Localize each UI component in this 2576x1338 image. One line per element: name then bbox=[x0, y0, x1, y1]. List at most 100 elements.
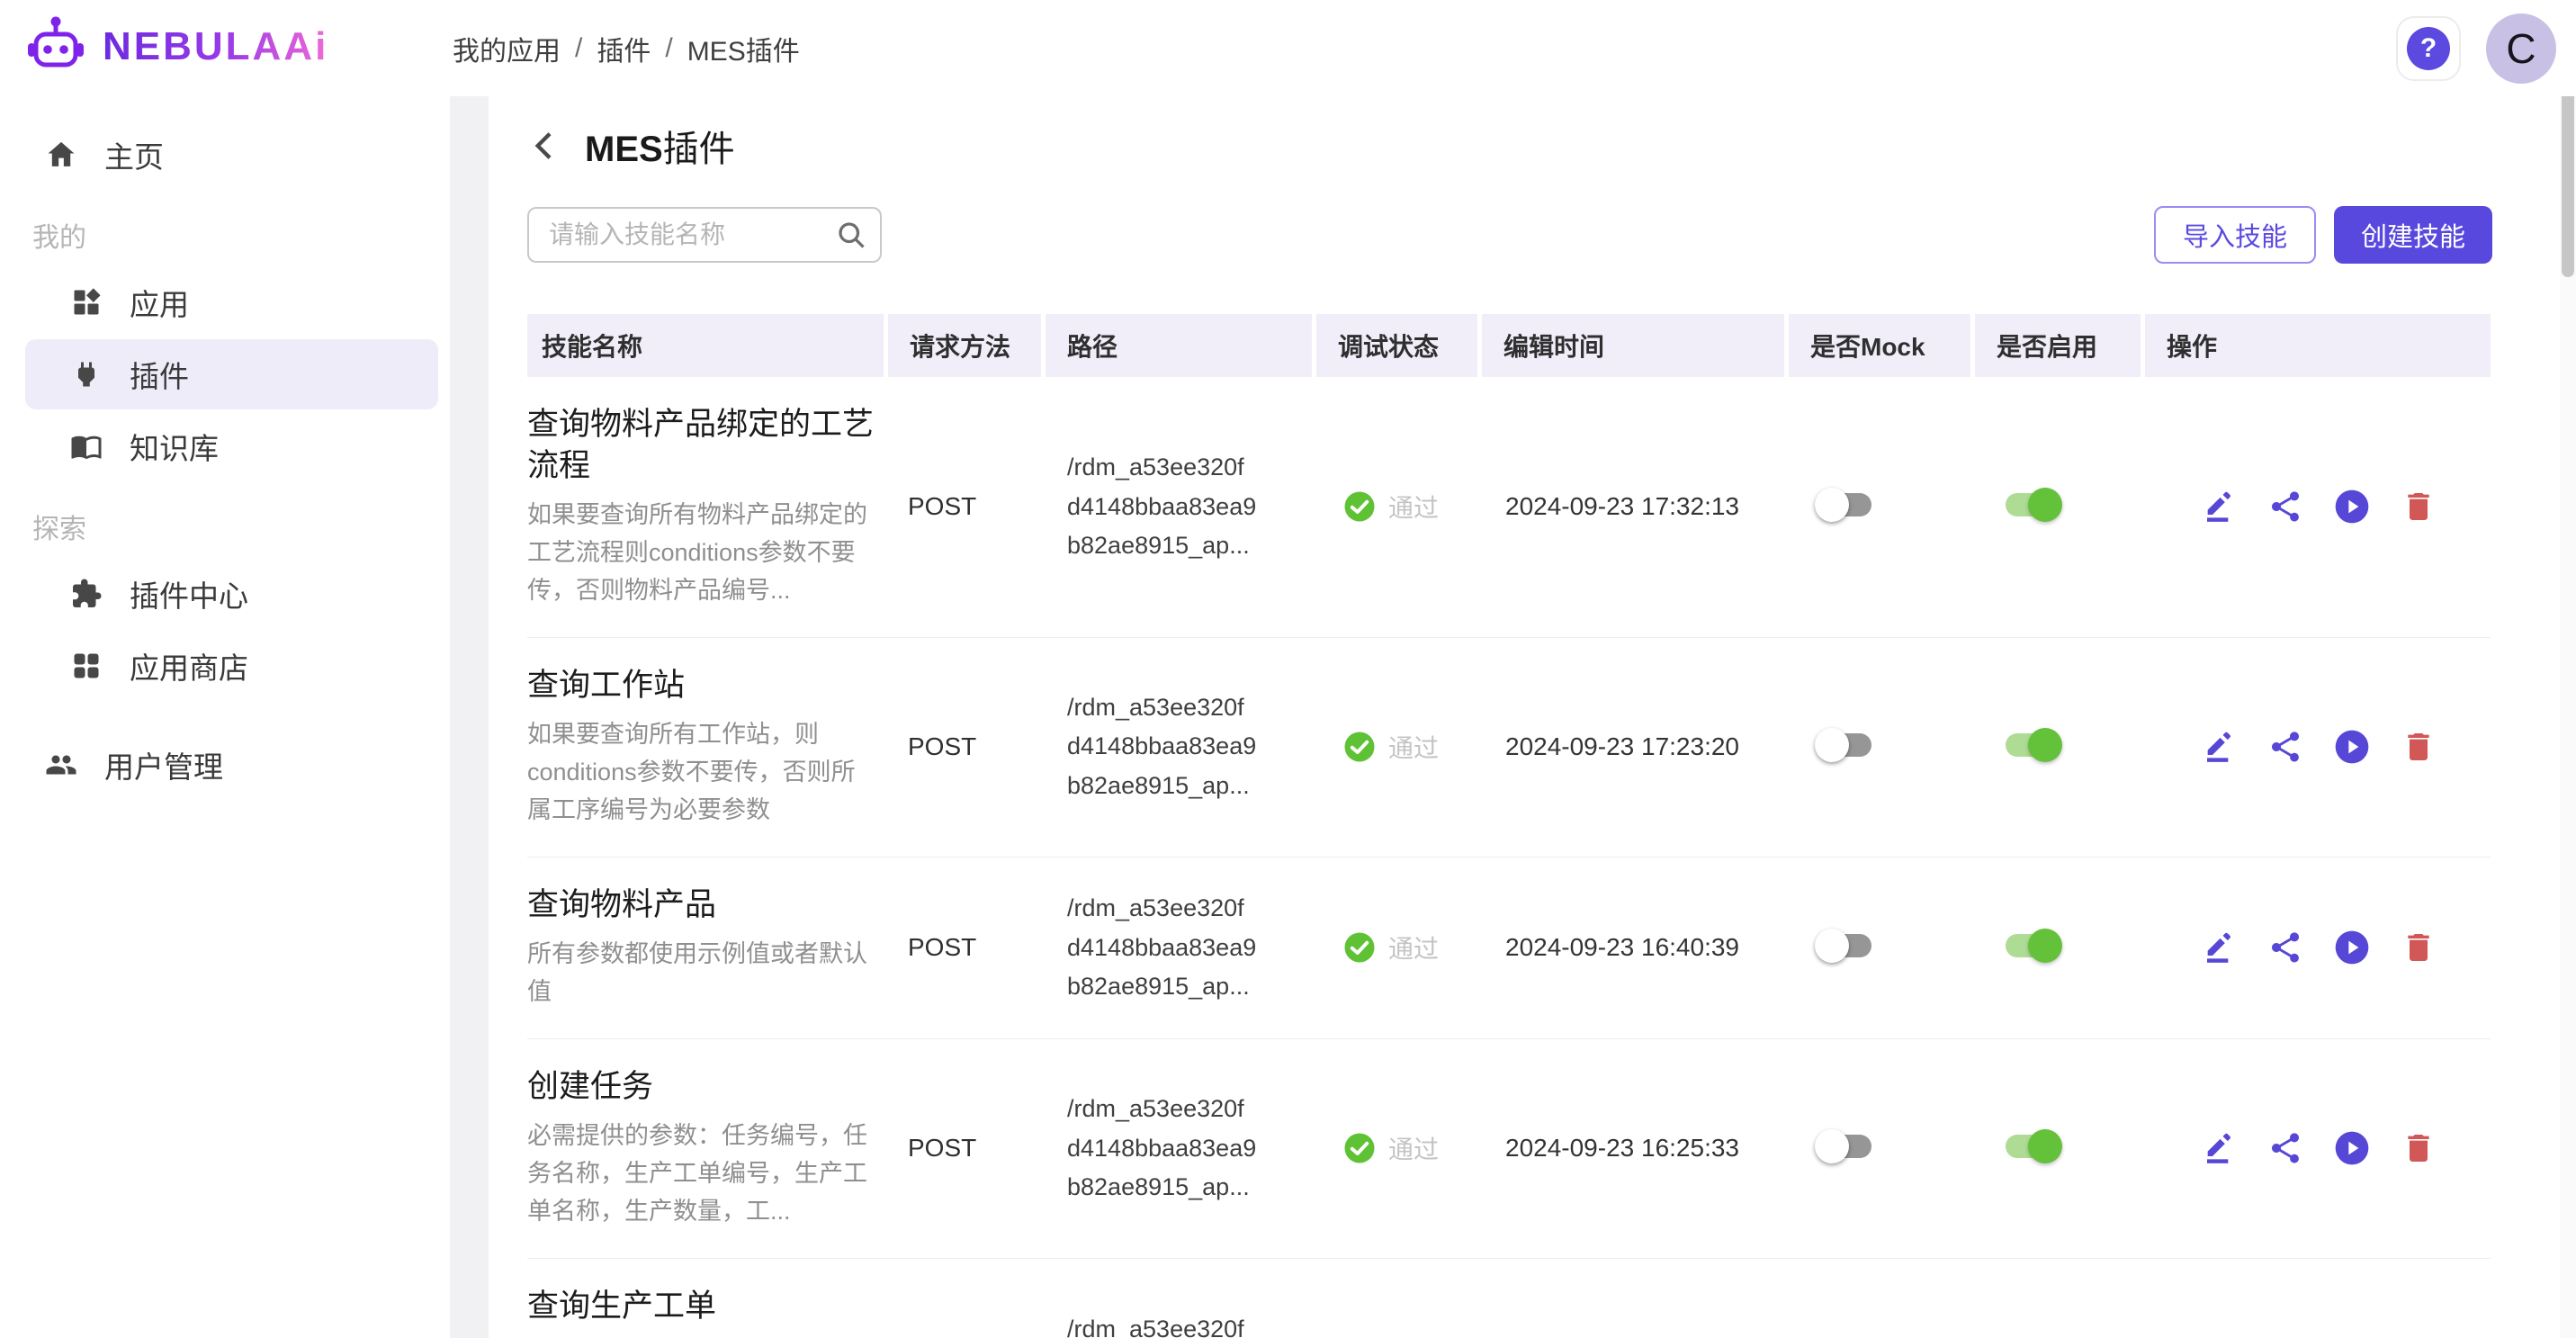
skill-name-cell: 查询物料产品 所有参数都使用示例值或者默认值 bbox=[527, 858, 884, 1038]
skill-description: 如果要查询所有物料产品绑定的工艺流程则conditions参数不要传，否则物料产… bbox=[527, 497, 875, 610]
enabled-toggle[interactable] bbox=[2006, 1135, 2058, 1158]
table-row: 创建任务 必需提供的参数：任务编号，任务名称，生产工单编号，生产工单名称，生产数… bbox=[527, 1039, 2491, 1259]
check-circle-icon bbox=[1343, 731, 1376, 763]
plug-icon bbox=[70, 358, 103, 391]
edit-icon[interactable] bbox=[2201, 489, 2237, 525]
brand-logo[interactable]: NEBULAAi bbox=[27, 14, 328, 78]
sidebar-item-label: 插件中心 bbox=[130, 572, 248, 615]
mock-toggle[interactable] bbox=[1819, 493, 1871, 516]
breadcrumb-separator: / bbox=[575, 33, 582, 64]
request-method: POST bbox=[888, 492, 1041, 521]
sidebar-item-plugin-center[interactable]: 插件中心 bbox=[25, 559, 438, 629]
skill-name-cell: 查询物料产品绑定的工艺流程 如果要查询所有物料产品绑定的工艺流程则conditi… bbox=[527, 377, 884, 637]
skill-name[interactable]: 查询物料产品 bbox=[527, 885, 875, 926]
back-button[interactable] bbox=[527, 128, 563, 164]
sidebar-item-apps[interactable]: 应用 bbox=[25, 267, 438, 337]
column-header-debug-status: 调试状态 bbox=[1316, 314, 1477, 377]
delete-trash-icon[interactable] bbox=[2401, 929, 2437, 965]
edit-icon[interactable] bbox=[2201, 929, 2237, 965]
skill-name[interactable]: 查询工作站 bbox=[527, 665, 875, 706]
breadcrumb-separator: / bbox=[665, 33, 672, 64]
breadcrumb-plugins[interactable]: 插件 bbox=[597, 29, 651, 68]
create-skill-button[interactable]: 创建技能 bbox=[2334, 206, 2492, 264]
request-path: /rdm_a53ee320f d4148bbaa83ea9 b82ae8915_… bbox=[1046, 448, 1312, 565]
sidebar-item-label: 插件 bbox=[130, 353, 189, 396]
search-input[interactable] bbox=[527, 207, 882, 263]
delete-trash-icon[interactable] bbox=[2401, 729, 2437, 765]
search-icon[interactable] bbox=[835, 219, 867, 251]
actions-cell bbox=[2145, 929, 2491, 965]
skill-description: 所有参数都使用示例值或者默认值 bbox=[527, 936, 875, 1011]
breadcrumb-current: MES插件 bbox=[687, 29, 800, 68]
table-body: 查询物料产品绑定的工艺流程 如果要查询所有物料产品绑定的工艺流程则conditi… bbox=[527, 377, 2491, 1338]
run-play-icon[interactable] bbox=[2334, 729, 2370, 765]
edit-time: 2024-09-23 17:32:13 bbox=[1482, 492, 1784, 521]
enabled-toggle[interactable] bbox=[2006, 493, 2058, 516]
toggle-knob bbox=[1815, 488, 1849, 522]
enabled-toggle-cell bbox=[1975, 934, 2141, 962]
sidebar-item-knowledge[interactable]: 知识库 bbox=[25, 411, 438, 481]
share-icon[interactable] bbox=[2267, 729, 2303, 765]
actions-cell bbox=[2145, 729, 2491, 765]
edit-icon[interactable] bbox=[2201, 729, 2237, 765]
column-header-actions: 操作 bbox=[2145, 314, 2491, 377]
brand-name: NEBULAAi bbox=[103, 24, 328, 69]
delete-trash-icon[interactable] bbox=[2401, 489, 2437, 525]
run-play-icon[interactable] bbox=[2334, 489, 2370, 525]
breadcrumb: 我的应用 / 插件 / MES插件 bbox=[453, 0, 800, 96]
share-icon[interactable] bbox=[2267, 1130, 2303, 1166]
run-play-icon[interactable] bbox=[2334, 929, 2370, 965]
sidebar-item-user-management[interactable]: 用户管理 bbox=[25, 730, 438, 800]
request-path: /rdm_a53ee320f d4148bbaa83ea9 b82ae8915_… bbox=[1046, 1090, 1312, 1207]
sidebar-item-plugins[interactable]: 插件 bbox=[25, 339, 438, 409]
skill-name-cell: 查询工作站 如果要查询所有工作站，则conditions参数不要传，否则所属工序… bbox=[527, 638, 884, 857]
edit-time: 2024-09-23 17:23:20 bbox=[1482, 732, 1784, 761]
breadcrumb-my-apps[interactable]: 我的应用 bbox=[453, 29, 561, 68]
column-header-name: 技能名称 bbox=[527, 314, 884, 377]
mock-toggle[interactable] bbox=[1819, 1135, 1871, 1158]
toggle-knob bbox=[2028, 929, 2062, 963]
edit-time: 2024-09-23 16:25:33 bbox=[1482, 1134, 1784, 1163]
toggle-knob bbox=[1815, 1129, 1849, 1163]
column-header-path: 路径 bbox=[1046, 314, 1312, 377]
enabled-toggle[interactable] bbox=[2006, 733, 2058, 757]
puzzle-icon bbox=[70, 578, 103, 610]
skill-name-cell: 创建任务 必需提供的参数：任务编号，任务名称，生产工单编号，生产工单名称，生产数… bbox=[527, 1039, 884, 1258]
import-skill-button[interactable]: 导入技能 bbox=[2154, 206, 2316, 264]
mock-toggle[interactable] bbox=[1819, 934, 1871, 957]
actions-cell bbox=[2145, 489, 2491, 525]
toggle-knob bbox=[1815, 728, 1849, 762]
table-row: 查询物料产品 所有参数都使用示例值或者默认值 POST /rdm_a53ee32… bbox=[527, 858, 2491, 1039]
enabled-toggle-cell bbox=[1975, 1135, 2141, 1163]
toggle-knob bbox=[2028, 1129, 2062, 1163]
help-button[interactable]: ? bbox=[2396, 16, 2461, 81]
enabled-toggle[interactable] bbox=[2006, 934, 2058, 957]
skill-name[interactable]: 创建任务 bbox=[527, 1066, 875, 1108]
enabled-toggle-cell bbox=[1975, 733, 2141, 761]
check-circle-icon bbox=[1343, 1132, 1376, 1164]
run-play-icon[interactable] bbox=[2334, 1130, 2370, 1166]
user-avatar[interactable]: C bbox=[2486, 13, 2556, 84]
scrollbar-thumb[interactable] bbox=[2562, 86, 2574, 277]
table-row: 查询工作站 如果要查询所有工作站，则conditions参数不要传，否则所属工序… bbox=[527, 638, 2491, 858]
column-header-mock: 是否Mock bbox=[1789, 314, 1970, 377]
sidebar-item-home[interactable]: 主页 bbox=[25, 120, 438, 190]
sidebar-item-app-store[interactable]: 应用商店 bbox=[25, 631, 438, 701]
delete-trash-icon[interactable] bbox=[2401, 1130, 2437, 1166]
share-icon[interactable] bbox=[2267, 489, 2303, 525]
mock-toggle[interactable] bbox=[1819, 733, 1871, 757]
skill-name[interactable]: 查询生产工单 bbox=[527, 1286, 875, 1327]
edit-time: 2024-09-23 16:40:39 bbox=[1482, 933, 1784, 962]
request-path: /rdm_a53ee320f d4148bbaa83ea9 b82ae8915_… bbox=[1046, 889, 1312, 1006]
request-method: POST bbox=[888, 732, 1041, 761]
table-row: 查询物料产品绑定的工艺流程 如果要查询所有物料产品绑定的工艺流程则conditi… bbox=[527, 377, 2491, 638]
sidebar-section-mine: 我的 bbox=[32, 215, 438, 255]
skill-name[interactable]: 查询物料产品绑定的工艺流程 bbox=[527, 404, 875, 486]
mock-toggle-cell bbox=[1789, 934, 1970, 962]
edit-icon[interactable] bbox=[2201, 1130, 2237, 1166]
enabled-toggle-cell bbox=[1975, 493, 2141, 521]
actions-cell bbox=[2145, 1130, 2491, 1166]
question-mark-icon: ? bbox=[2407, 27, 2450, 70]
share-icon[interactable] bbox=[2267, 929, 2303, 965]
vertical-scrollbar[interactable] bbox=[2560, 81, 2576, 1338]
